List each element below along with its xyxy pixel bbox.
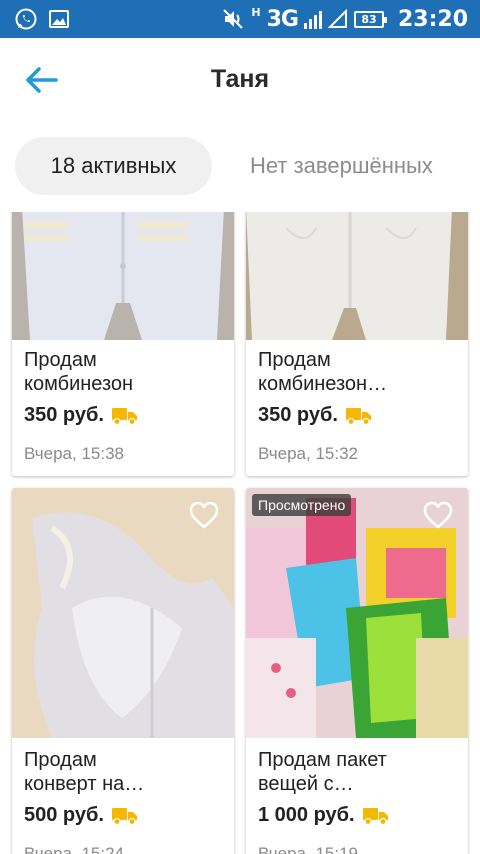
signal-icon <box>303 11 322 29</box>
listing-title: Продам конверт на… <box>24 748 224 796</box>
app-bar: Таня <box>0 38 480 122</box>
listing-price: 1 000 руб. <box>258 804 355 826</box>
listing-title-line: комбинезон <box>24 373 134 395</box>
viewed-badge: Просмотрено <box>252 494 352 516</box>
listing-card[interactable]: Продам комбинезон 350 руб. Вчера, 15:38 <box>12 212 234 476</box>
price-row: 500 руб. <box>24 804 138 827</box>
listing-card[interactable]: Просмотрено Продам пакет вещей с… 1 000 … <box>246 488 468 854</box>
listing-date: Вчера, 15:24 <box>24 844 124 854</box>
listing-date: Вчера, 15:38 <box>24 444 124 463</box>
heart-icon[interactable] <box>422 500 454 530</box>
listing-card[interactable]: Продам комбинезон… 350 руб. Вчера, 15:32 <box>246 212 468 476</box>
notification-icons <box>14 7 70 31</box>
clock: 23:20 <box>397 6 468 32</box>
status-bar: H 3G 83 23:20 <box>0 0 480 38</box>
network-type-label: 3G <box>266 6 299 32</box>
listing-grid: Продам комбинезон 350 руб. Вчера, 15:38 <box>0 212 480 854</box>
listing-price: 350 руб. <box>24 404 104 426</box>
listing-photo <box>246 212 468 340</box>
listing-title-line: конверт на… <box>24 773 145 795</box>
price-row: 1 000 руб. <box>258 804 389 827</box>
delivery-truck-icon <box>111 807 137 825</box>
price-row: 350 руб. <box>24 404 138 427</box>
listing-photo <box>12 488 234 738</box>
listing-title-line: Продам <box>258 349 331 371</box>
listing-title-line: Продам <box>24 349 97 371</box>
delivery-truck-icon <box>345 407 371 425</box>
delivery-truck-icon <box>362 807 388 825</box>
listing-title-line: вещей с… <box>258 773 354 795</box>
tab-completed-listings[interactable]: Нет завершённых <box>250 137 433 195</box>
listing-price: 350 руб. <box>258 404 338 426</box>
whatsapp-icon <box>15 8 37 30</box>
listing-price: 500 руб. <box>24 804 104 826</box>
mute-icon <box>223 9 244 29</box>
listing-date: Вчера, 15:19 <box>258 844 358 854</box>
battery-icon: 83 <box>353 10 387 28</box>
tab-bar: 18 активных Нет завершённых <box>0 122 480 212</box>
heart-icon[interactable] <box>188 500 220 530</box>
tab-active-listings[interactable]: 18 активных <box>15 137 212 195</box>
listing-title-line: Продам <box>24 749 97 771</box>
listing-title-line: Продам пакет <box>258 749 387 771</box>
page-title: Таня <box>210 65 270 93</box>
listing-photo <box>12 212 234 340</box>
signal-empty-icon <box>327 9 347 28</box>
listing-card[interactable]: Продам конверт на… 500 руб. Вчера, 15:24 <box>12 488 234 854</box>
network-sub-label: H <box>251 5 261 19</box>
image-icon <box>49 10 69 28</box>
listing-title: Продам комбинезон <box>24 348 224 396</box>
listing-title: Продам пакет вещей с… <box>258 748 458 796</box>
listing-title-line: комбинезон… <box>258 373 388 395</box>
delivery-truck-icon <box>111 407 137 425</box>
listing-date: Вчера, 15:32 <box>258 444 358 463</box>
listing-title: Продам комбинезон… <box>258 348 458 396</box>
price-row: 350 руб. <box>258 404 372 427</box>
listing-photo: Просмотрено <box>246 488 468 738</box>
